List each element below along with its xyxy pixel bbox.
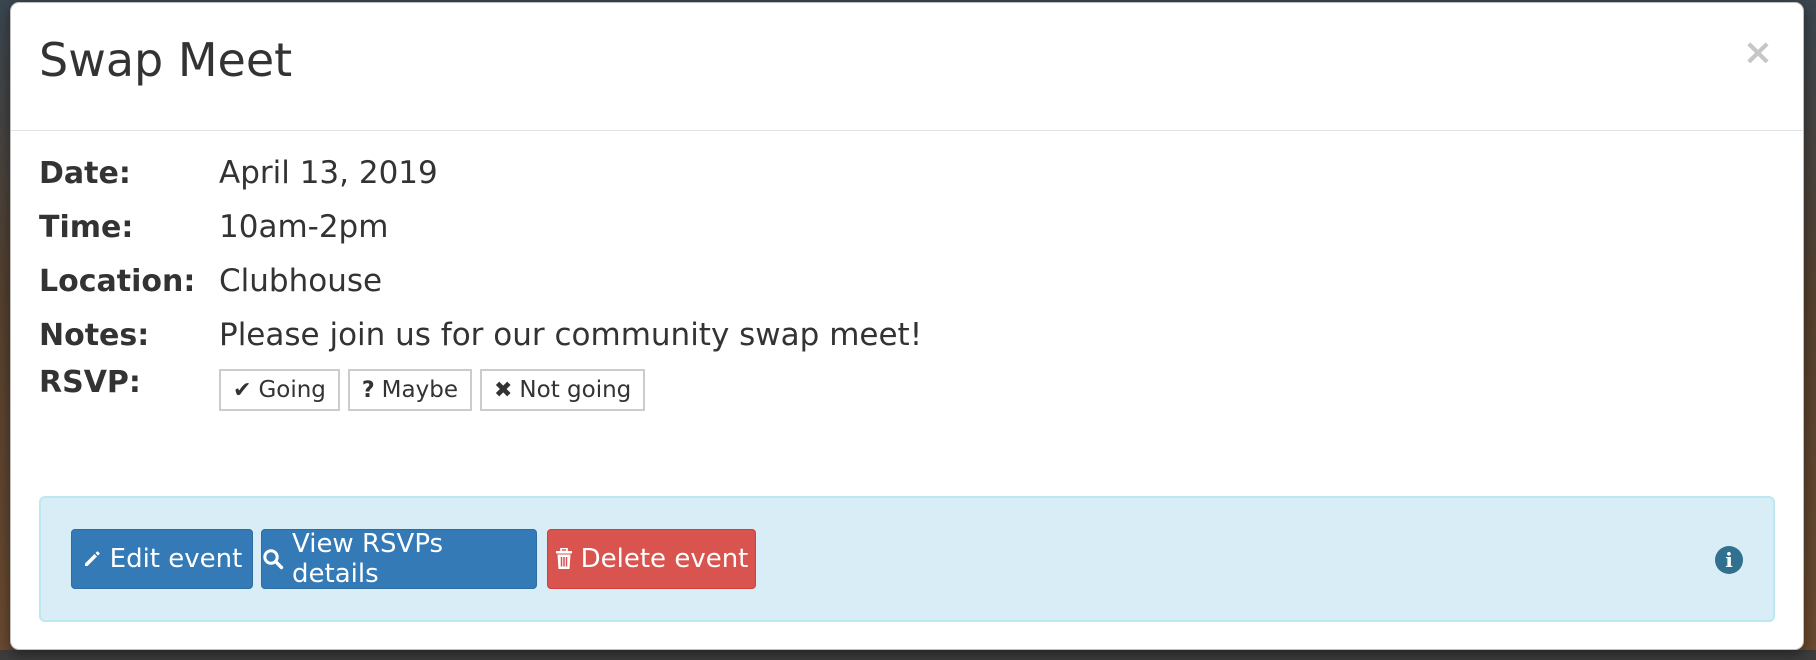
check-icon: ✔ xyxy=(233,377,252,403)
rsvp-going-button[interactable]: ✔ Going xyxy=(219,369,340,411)
admin-actions-panel: Edit event View RSVPs details Delete eve… xyxy=(39,496,1775,622)
detail-row-time: Time: 10am-2pm xyxy=(39,207,388,247)
rsvp-maybe-label: Maybe xyxy=(381,377,458,403)
rsvp-button-group: ✔ Going ? Maybe ✖ Not going xyxy=(219,369,646,411)
notes-value: Please join us for our community swap me… xyxy=(219,317,923,353)
pencil-icon xyxy=(82,549,102,569)
time-label: Time: xyxy=(39,209,134,245)
rsvp-not-going-label: Not going xyxy=(519,377,632,403)
edit-event-label: Edit event xyxy=(109,544,243,574)
detail-row-rsvp: RSVP: ✔ Going ? Maybe ✖ Not going xyxy=(39,363,646,411)
detail-row-location: Location: Clubhouse xyxy=(39,261,382,301)
delete-event-button[interactable]: Delete event xyxy=(547,529,756,589)
rsvp-label: RSVP: xyxy=(39,365,141,400)
detail-row-date: Date: April 13, 2019 xyxy=(39,153,438,193)
location-value: Clubhouse xyxy=(219,263,383,299)
rsvp-not-going-button[interactable]: ✖ Not going xyxy=(479,369,646,411)
page-backdrop xyxy=(0,650,1816,660)
modal-title: Swap Meet xyxy=(39,33,293,87)
view-rsvps-button[interactable]: View RSVPs details xyxy=(261,529,537,589)
rsvp-maybe-button[interactable]: ? Maybe xyxy=(347,369,472,411)
time-value: 10am-2pm xyxy=(219,209,389,245)
view-rsvps-label: View RSVPs details xyxy=(292,529,444,589)
event-modal: Swap Meet × Date: April 13, 2019 Time: 1… xyxy=(10,2,1804,650)
date-label: Date: xyxy=(39,155,131,191)
modal-header: Swap Meet × xyxy=(11,3,1803,131)
notes-label: Notes: xyxy=(39,317,150,353)
info-circle-icon[interactable]: i xyxy=(1715,546,1743,574)
delete-event-label: Delete event xyxy=(580,544,749,574)
detail-row-notes: Notes: Please join us for our community … xyxy=(39,315,922,355)
question-icon: ? xyxy=(361,377,375,403)
location-label: Location: xyxy=(39,263,196,299)
rsvp-going-label: Going xyxy=(258,377,326,403)
times-icon: ✖ xyxy=(493,377,513,403)
edit-event-button[interactable]: Edit event xyxy=(71,529,253,589)
trash-icon xyxy=(555,548,573,570)
search-icon xyxy=(262,548,284,570)
date-value: April 13, 2019 xyxy=(219,155,438,191)
close-icon[interactable]: × xyxy=(1743,35,1773,71)
